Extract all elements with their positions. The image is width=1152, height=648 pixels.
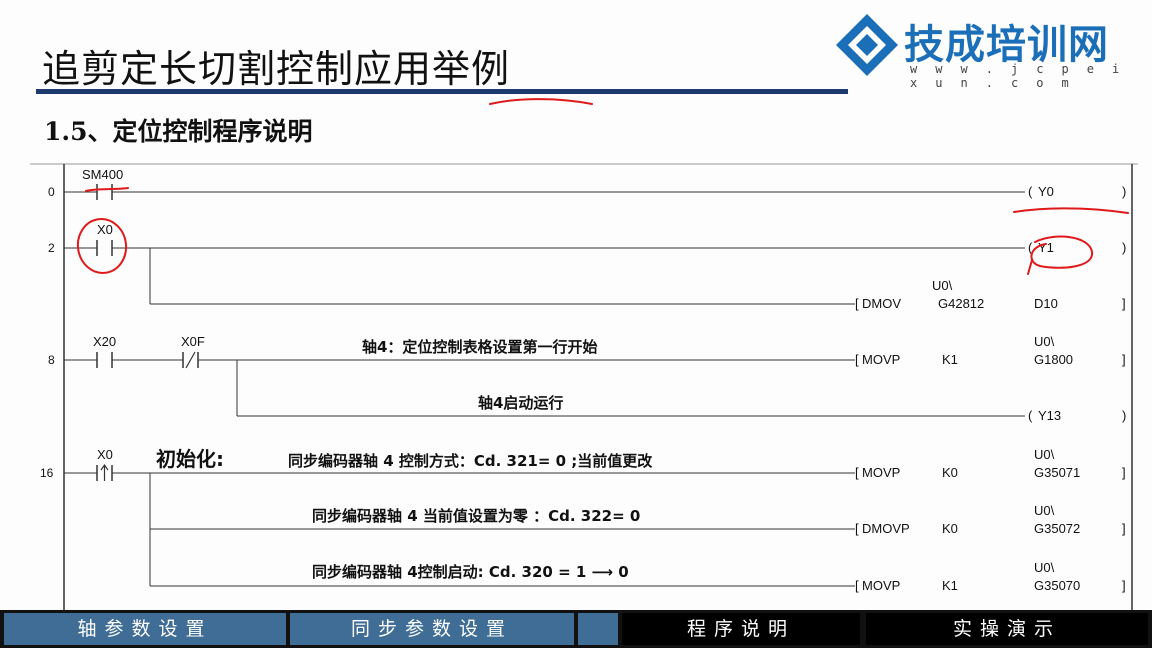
- contact-label: X0: [97, 222, 113, 237]
- rung-comment: 轴4：定位控制表格设置第一行开始: [362, 338, 597, 356]
- instr-src: K0: [942, 465, 958, 480]
- instr-dst: G35072: [1034, 521, 1080, 536]
- rung-8: X20 X0F 轴4：定位控制表格设置第一行开始 轴4启动运行 [ MOVP K…: [64, 334, 1126, 423]
- coil-label: Y0: [1038, 184, 1054, 199]
- nav-sync-params-button[interactable]: 同步参数设置: [290, 613, 574, 645]
- contact-label: SM400: [82, 167, 123, 182]
- instr-dst: G35070: [1034, 578, 1080, 593]
- instr-op: MOVP: [862, 465, 900, 480]
- instr-close: ]: [1122, 352, 1126, 367]
- instr-close: ]: [1122, 465, 1126, 480]
- instr-op: DMOV: [862, 296, 901, 311]
- nav-spacer: [578, 613, 618, 645]
- instr-op: DMOVP: [862, 521, 910, 536]
- step-number: 8: [48, 353, 55, 367]
- instr-op: MOVP: [862, 352, 900, 367]
- rung-comment: 同步编码器轴 4控制启动: Cd. 320 = 1 ⟶ 0: [312, 563, 629, 581]
- rung-0: SM400 ( Y0 ): [64, 167, 1126, 200]
- title-underline: [36, 89, 848, 94]
- instr-prefix: U0\: [1034, 503, 1055, 518]
- red-pen-stroke: [489, 98, 593, 105]
- instr-prefix: U0\: [1034, 560, 1055, 575]
- logo-diamond-icon: [836, 14, 898, 76]
- brand-logo: 技成培训网 w w w . j c p e i x u n . c o m: [832, 10, 1142, 90]
- step-number: 0: [48, 185, 55, 199]
- coil-open: (: [1028, 184, 1033, 199]
- rung-comment: 同步编码器轴 4 当前值设置为零 ：Cd. 322= 0: [312, 507, 640, 525]
- instr-close: ]: [1122, 521, 1126, 536]
- bottom-nav: 轴参数设置 同步参数设置 程序说明 实操演示: [0, 610, 1152, 648]
- logo-url: w w w . j c p e i x u n . c o m: [910, 62, 1125, 90]
- instr-src: K1: [942, 578, 958, 593]
- step-number: 2: [48, 241, 55, 255]
- section-subtitle: 1.5、定位控制程序说明: [44, 117, 313, 146]
- instr-prefix: U0\: [1034, 334, 1055, 349]
- instr-close: ]: [1122, 578, 1126, 593]
- instr-open: [: [855, 521, 859, 536]
- rung-16: X0 初始化: 同步编码器轴 4 控制方式：Cd. 321= 0 ;当前值更改 …: [64, 447, 1126, 593]
- coil-open: (: [1028, 408, 1033, 423]
- contact-label: X0: [97, 447, 113, 462]
- instr-src: G42812: [938, 296, 984, 311]
- coil-close: ): [1122, 240, 1126, 255]
- coil-label: Y13: [1038, 408, 1061, 423]
- coil-close: ): [1122, 184, 1126, 199]
- nav-demo-button[interactable]: 实操演示: [866, 613, 1148, 645]
- instr-dst: D10: [1034, 296, 1058, 311]
- rung-comment: 同步编码器轴 4 控制方式：Cd. 321= 0 ;当前值更改: [288, 452, 653, 470]
- coil-label: Y1: [1038, 240, 1054, 255]
- nav-axis-params-button[interactable]: 轴参数设置: [4, 613, 286, 645]
- instr-src: K0: [942, 521, 958, 536]
- instr-op: MOVP: [862, 578, 900, 593]
- instr-open: [: [855, 352, 859, 367]
- instr-dst: G1800: [1034, 352, 1073, 367]
- rung-comment: 初始化:: [156, 447, 224, 471]
- instr-dst: G35071: [1034, 465, 1080, 480]
- red-pen-annotations: [76, 187, 1129, 275]
- nav-program-desc-button[interactable]: 程序说明: [622, 613, 860, 645]
- contact-label: X0F: [181, 334, 205, 349]
- instr-open: [: [855, 465, 859, 480]
- instr-prefix: U0\: [1034, 447, 1055, 462]
- contact-label: X20: [93, 334, 116, 349]
- page-title: 追剪定长切割控制应用举例: [42, 47, 511, 91]
- coil-close: ): [1122, 408, 1126, 423]
- instr-src: K1: [942, 352, 958, 367]
- rung-comment: 轴4启动运行: [478, 394, 563, 412]
- step-number: 16: [40, 466, 54, 480]
- ladder-diagram: 0 2 8 16 SM400 ( Y0 ) X0 ( Y1 ) [ DMOV U…: [30, 163, 1138, 610]
- rung-2: X0 ( Y1 ) [ DMOV U0\ G42812 D10 ]: [64, 222, 1126, 311]
- instr-open: [: [855, 296, 859, 311]
- instr-open: [: [855, 578, 859, 593]
- instr-prefix: U0\: [932, 278, 953, 293]
- instr-close: ]: [1122, 296, 1126, 311]
